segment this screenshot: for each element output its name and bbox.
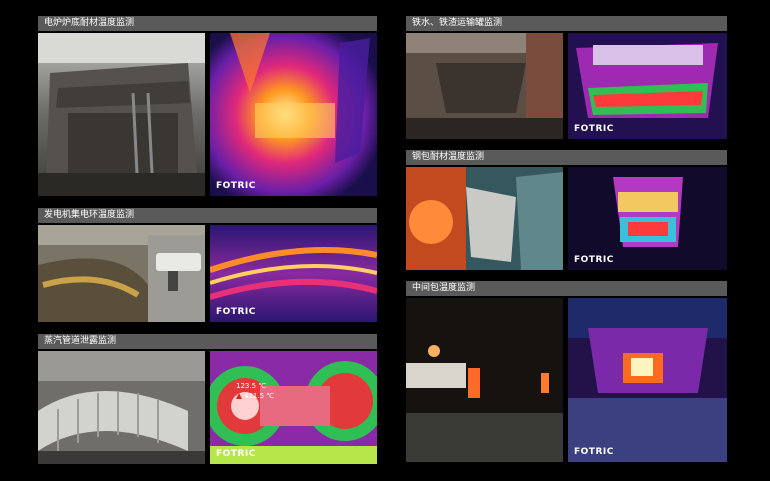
fotric-logo: FOTRIC	[574, 447, 614, 457]
panel-title: 中间包温度监测	[406, 281, 727, 296]
visible-photo	[38, 33, 205, 196]
fotric-logo: FOTRIC	[574, 255, 614, 265]
thermal-image: FOTRIC	[568, 298, 727, 462]
panel-generator-ring: 发电机集电环温度监测 FOTRIC	[38, 208, 377, 322]
panel-furnace-bottom: 电炉炉底耐材温度监测 FOTRIC	[38, 16, 377, 196]
thermal-image: FOTRIC	[210, 33, 377, 196]
visible-photo	[406, 298, 563, 462]
panel-hot-metal-tank: 铁水、铁渣运输罐监测 FOTRIC	[406, 16, 727, 139]
fotric-logo: FOTRIC	[216, 307, 256, 317]
thermal-image: 123.5 ℃ 421.5 ℃ FOTRIC	[210, 351, 377, 464]
visible-photo	[406, 33, 563, 139]
panel-title: 发电机集电环温度监测	[38, 208, 377, 223]
visible-photo	[38, 225, 205, 322]
panel-title: 电炉炉底耐材温度监测	[38, 16, 377, 31]
thermal-image: FOTRIC	[210, 225, 377, 322]
visible-photo	[38, 351, 205, 464]
panel-ladle-refractory: 钢包耐材温度监测 FOTRIC	[406, 150, 727, 270]
panel-title: 铁水、铁渣运输罐监测	[406, 16, 727, 31]
thermal-image: FOTRIC	[568, 33, 727, 139]
temperature-readout: 123.5 ℃	[236, 382, 267, 390]
thermal-image: FOTRIC	[568, 167, 727, 270]
visible-photo	[406, 167, 563, 270]
panel-tundish: 中间包温度监测 FOTRIC	[406, 281, 727, 462]
panel-title: 钢包耐材温度监测	[406, 150, 727, 165]
max-marker-icon	[236, 393, 242, 399]
fotric-logo: FOTRIC	[216, 449, 256, 459]
temperature-readout: 421.5 ℃	[236, 392, 274, 400]
panel-steam-pipe: 蒸汽管道泄露监测 123.5 ℃ 421.5 ℃ FOTRIC	[38, 334, 377, 464]
fotric-logo: FOTRIC	[574, 124, 614, 134]
panel-title: 蒸汽管道泄露监测	[38, 334, 377, 349]
fotric-logo: FOTRIC	[216, 181, 256, 191]
